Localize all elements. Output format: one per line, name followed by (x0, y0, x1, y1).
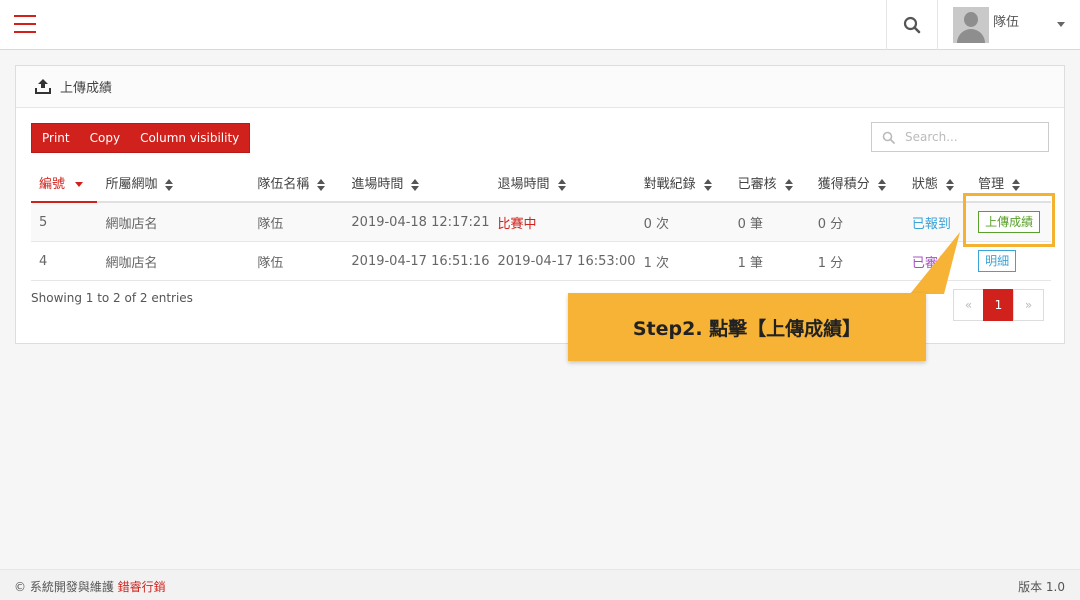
panel-title: 上傳成績 (60, 81, 113, 96)
detail-button[interactable]: 明細 (978, 250, 1017, 272)
sort-icon (703, 178, 712, 191)
upload-score-button[interactable]: 上傳成績 (978, 211, 1041, 233)
sort-icon (945, 178, 954, 191)
sort-icon (877, 178, 886, 191)
version-label: 版本 1.0 (1018, 580, 1065, 594)
copy-button[interactable]: Copy (80, 124, 130, 152)
sort-icon (784, 178, 793, 191)
cell-enter-time: 2019-04-18 12:17:21 (343, 202, 490, 242)
cell-exit-time: 比賽中 (489, 202, 636, 242)
search-icon (882, 131, 895, 144)
col-header-enter-time[interactable]: 進場時間 (343, 164, 490, 203)
col-header-label: 所屬網咖 (105, 177, 158, 192)
col-header-team[interactable]: 隊伍名稱 (249, 164, 344, 203)
col-header-manage[interactable]: 管理 (970, 164, 1051, 203)
cell-exit-time: 2019-04-17 16:53:00 (489, 241, 636, 281)
pagination: « 1 » (953, 289, 1044, 321)
table-header-row: 編號 所屬網咖 隊伍名稱 進場時間 退場時間 對戰紀錄 已審核 獲得積分 狀態 … (31, 164, 1051, 203)
cell-record: 1 次 (635, 241, 730, 281)
col-header-points[interactable]: 獲得積分 (809, 164, 904, 203)
avatar (953, 7, 989, 43)
sort-icon (165, 178, 174, 191)
print-button[interactable]: Print (32, 124, 80, 152)
export-button-group: Print Copy Column visibility (31, 123, 251, 153)
sort-icon (1012, 178, 1021, 191)
col-header-record[interactable]: 對戰紀錄 (635, 164, 730, 203)
search-button[interactable] (886, 0, 938, 50)
cell-reviewed: 0 筆 (729, 202, 810, 242)
entries-info: Showing 1 to 2 of 2 entries (31, 291, 193, 305)
col-header-label: 管理 (978, 177, 1005, 192)
col-header-label: 隊伍名稱 (257, 177, 310, 192)
col-header-label: 獲得積分 (817, 177, 870, 192)
footer-brand-link[interactable]: 錯睿行銷 (118, 580, 166, 594)
col-header-label: 進場時間 (351, 177, 404, 192)
top-bar: 隊伍 (0, 0, 1080, 50)
footer: © 系統開發與維護 錯睿行銷 版本 1.0 (0, 569, 1080, 600)
caret-down-icon (1057, 22, 1065, 27)
cell-team: 隊伍 (249, 202, 344, 242)
col-header-label: 對戰紀錄 (643, 177, 696, 192)
cell-record: 0 次 (635, 202, 730, 242)
sort-icon (557, 178, 566, 191)
col-header-status[interactable]: 狀態 (903, 164, 971, 203)
cell-team: 隊伍 (249, 241, 344, 281)
cell-cafe: 網咖店名 (97, 241, 250, 281)
col-header-exit-time[interactable]: 退場時間 (489, 164, 636, 203)
copyright-text: © 系統開發與維護 (14, 580, 114, 594)
search-input[interactable] (903, 129, 1047, 145)
col-header-label: 退場時間 (497, 177, 550, 192)
search-icon (903, 16, 921, 34)
col-header-id[interactable]: 編號 (31, 164, 98, 203)
col-header-label: 已審核 (737, 177, 777, 192)
upload-icon (34, 78, 52, 95)
sort-desc-icon (75, 182, 84, 187)
callout-pointer (910, 232, 960, 294)
sort-icon (411, 178, 420, 191)
user-menu[interactable]: 隊伍 (938, 0, 1080, 50)
cell-manage: 上傳成績 (970, 202, 1051, 242)
panel-header: 上傳成績 (16, 66, 1064, 108)
col-header-reviewed[interactable]: 已審核 (729, 164, 810, 203)
col-header-label: 編號 (39, 177, 66, 192)
cell-enter-time: 2019-04-17 16:51:16 (343, 241, 490, 281)
cell-id: 5 (31, 202, 98, 242)
instruction-callout: Step2. 點擊【上傳成績】 (568, 293, 926, 361)
table-search-box (871, 122, 1049, 152)
column-visibility-button[interactable]: Column visibility (130, 124, 249, 152)
cell-id: 4 (31, 241, 98, 281)
hamburger-menu-icon[interactable] (14, 15, 36, 33)
user-name: 隊伍 (993, 14, 1020, 30)
col-header-cafe[interactable]: 所屬網咖 (97, 164, 250, 203)
cell-cafe: 網咖店名 (97, 202, 250, 242)
pagination-next[interactable]: » (1013, 289, 1044, 321)
pagination-page-1[interactable]: 1 (983, 289, 1014, 321)
cell-reviewed: 1 筆 (729, 241, 810, 281)
cell-manage: 明細 (970, 241, 1051, 281)
col-header-label: 狀態 (911, 177, 938, 192)
footer-copyright: © 系統開發與維護 錯睿行銷 (14, 578, 166, 595)
sort-icon (317, 178, 326, 191)
